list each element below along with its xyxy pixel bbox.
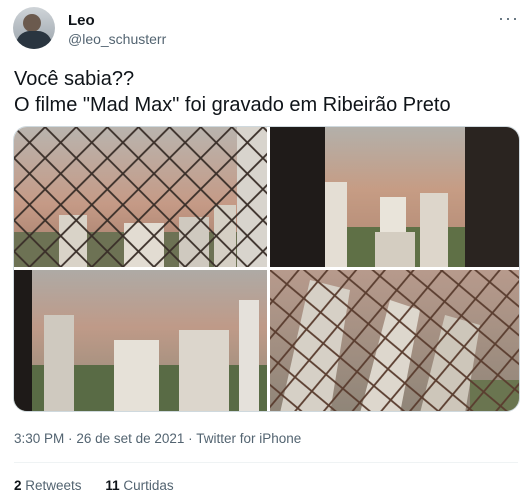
tweet-text: Você sabia?? O filme "Mad Max" foi grava… — [14, 66, 514, 118]
more-horizontal-icon: ··· — [498, 8, 519, 28]
author-name[interactable]: Leo — [68, 12, 95, 29]
tweet-metadata: 3:30 PM · 26 de set de 2021 · Twitter fo… — [14, 431, 301, 446]
photo-4[interactable] — [270, 270, 519, 411]
likes-stat[interactable]: 11 Curtidas — [105, 478, 173, 493]
tweet-text-line: O filme "Mad Max" foi gravado em Ribeirã… — [14, 94, 451, 116]
retweets-label: Retweets — [25, 478, 82, 493]
tweet-time[interactable]: 3:30 PM — [14, 431, 64, 446]
divider — [14, 462, 518, 463]
retweets-stat[interactable]: 2 Retweets — [14, 478, 85, 493]
meta-separator: · — [68, 431, 73, 446]
author-handle[interactable]: @leo_schusterr — [68, 31, 166, 47]
more-options-button[interactable]: ··· — [498, 8, 519, 29]
tweet-text-line: Você sabia?? — [14, 68, 135, 90]
likes-label: Curtidas — [123, 478, 174, 493]
tweet-date[interactable]: 26 de set de 2021 — [76, 431, 184, 446]
likes-count: 11 — [105, 478, 120, 493]
photo-1[interactable] — [14, 127, 267, 267]
photo-2[interactable] — [270, 127, 519, 267]
avatar[interactable] — [13, 7, 55, 49]
retweets-count: 2 — [14, 478, 22, 493]
meta-separator: · — [188, 431, 193, 446]
photo-3[interactable] — [14, 270, 267, 411]
engagement-stats: 2 Retweets 11 Curtidas — [14, 478, 194, 493]
media-grid — [13, 126, 520, 412]
tweet-source[interactable]: Twitter for iPhone — [196, 431, 301, 446]
